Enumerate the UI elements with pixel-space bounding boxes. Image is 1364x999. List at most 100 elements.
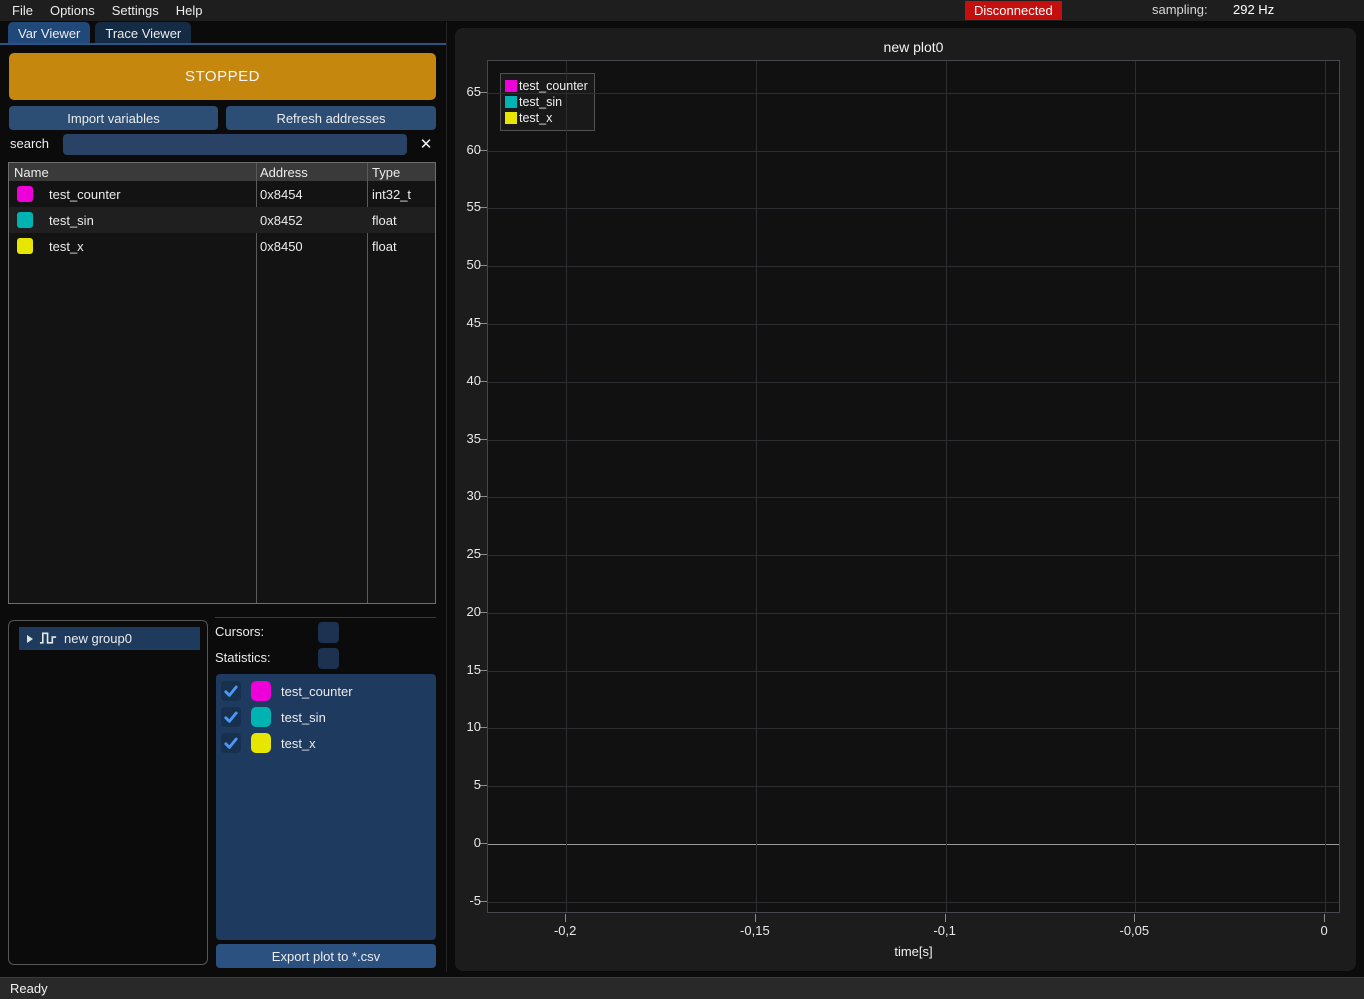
legend-entry[interactable]: test_x (505, 110, 588, 126)
gridline-horizontal (488, 382, 1339, 383)
variable-type-cell: float (372, 233, 397, 259)
x-axis-title: time[s] (487, 944, 1340, 959)
clear-search-icon[interactable]: ✕ (416, 134, 436, 154)
variable-color-swatch (251, 733, 271, 753)
cursors-checkbox[interactable] (318, 622, 339, 643)
plot-variables-panel: test_counter test_sin test_x (216, 674, 436, 940)
variable-type-cell: int32_t (372, 181, 411, 207)
sampling-label: sampling: (1152, 2, 1208, 17)
table-row[interactable]: test_counter 0x8454 int32_t (9, 181, 435, 207)
gridline-vertical (566, 61, 567, 912)
acquisition-state-button[interactable]: STOPPED (9, 53, 436, 100)
variable-color-swatch (17, 186, 33, 202)
gridline-horizontal (488, 151, 1339, 152)
x-tick-mark (1134, 914, 1135, 922)
variable-checkbox[interactable] (221, 681, 241, 701)
x-tick-mark (565, 914, 566, 922)
gridline-vertical (1135, 61, 1136, 912)
variable-address-cell: 0x8452 (260, 207, 303, 233)
plot-variable-row[interactable]: test_sin (216, 704, 436, 730)
variable-name-label: test_x (281, 736, 316, 751)
gridline-horizontal (488, 555, 1339, 556)
column-header-name[interactable]: Name (14, 163, 49, 181)
legend-entry[interactable]: test_counter (505, 78, 588, 94)
x-tick-label: -0,2 (535, 923, 595, 938)
plot-variable-row[interactable]: test_counter (216, 678, 436, 704)
import-variables-button[interactable]: Import variables (9, 106, 218, 130)
gridline-horizontal (488, 786, 1339, 787)
gridline-horizontal (488, 93, 1339, 94)
y-tick-label: 65 (455, 84, 481, 99)
menu-help[interactable]: Help (176, 3, 203, 18)
legend-entry[interactable]: test_sin (505, 94, 588, 110)
groups-panel: new group0 (8, 620, 208, 965)
connection-status-badge: Disconnected (965, 1, 1062, 20)
gridline-vertical (946, 61, 947, 912)
menu-file[interactable]: File (12, 3, 33, 18)
y-tick-label: 25 (455, 546, 481, 561)
variable-checkbox[interactable] (221, 733, 241, 753)
menu-settings[interactable]: Settings (112, 3, 159, 18)
y-tick-label: 30 (455, 488, 481, 503)
y-tick-label: 40 (455, 373, 481, 388)
table-row[interactable]: test_sin0x8452float (9, 207, 435, 233)
variables-table: Name Address Type test_counter 0x8454 int3… (8, 162, 436, 604)
y-tick-label: 60 (455, 142, 481, 157)
variable-name-cell[interactable]: test_counter (49, 181, 121, 207)
search-input[interactable] (63, 134, 407, 155)
variable-address-cell: 0x8454 (260, 181, 303, 207)
legend-series-label: test_x (519, 111, 552, 125)
table-row[interactable]: test_x 0x8450 float (9, 233, 435, 259)
plot-panel: new plot0 test_counter test_sin test_x tim… (455, 28, 1356, 971)
menu-options[interactable]: Options (50, 3, 95, 18)
variable-color-swatch (251, 707, 271, 727)
legend-series-label: test_sin (519, 95, 562, 109)
plot-legend: test_counter test_sin test_x (500, 73, 595, 131)
x-tick-label: -0,1 (915, 923, 975, 938)
cursors-label: Cursors: (215, 624, 264, 639)
y-tick-label: 35 (455, 431, 481, 446)
y-tick-label: 15 (455, 662, 481, 677)
gridline-horizontal (488, 728, 1339, 729)
tab-underline (0, 43, 447, 45)
sampling-value: 292 Hz (1233, 2, 1274, 17)
x-tick-mark (945, 914, 946, 922)
waveform-icon (39, 631, 58, 646)
y-tick-label: 20 (455, 604, 481, 619)
table-header: Name Address Type (9, 163, 435, 181)
y-tick-label: 5 (455, 777, 481, 792)
variable-name-label: test_sin (281, 710, 326, 725)
y-tick-label: 45 (455, 315, 481, 330)
plot-variable-row[interactable]: test_x (216, 730, 436, 756)
gridline-horizontal (488, 497, 1339, 498)
gridline-vertical (1325, 61, 1326, 912)
variable-checkbox[interactable] (221, 707, 241, 727)
legend-color-swatch (505, 112, 517, 124)
status-bar: Ready (0, 977, 1364, 999)
tab-var-viewer[interactable]: Var Viewer (8, 22, 90, 43)
group-label: new group0 (64, 631, 132, 646)
variable-name-cell[interactable]: test_x (49, 233, 84, 259)
statistics-checkbox[interactable] (318, 648, 339, 669)
gridline-horizontal (488, 844, 1339, 845)
legend-series-label: test_counter (519, 79, 588, 93)
gridline-horizontal (488, 266, 1339, 267)
variable-color-swatch (17, 238, 33, 254)
column-header-address[interactable]: Address (260, 163, 308, 181)
plot-title: new plot0 (487, 39, 1340, 55)
variable-name-cell[interactable]: test_sin (49, 207, 94, 233)
export-csv-button[interactable]: Export plot to *.csv (216, 944, 436, 968)
controls-separator (215, 617, 436, 618)
gridline-horizontal (488, 902, 1339, 903)
gridline-horizontal (488, 613, 1339, 614)
tab-trace-viewer[interactable]: Trace Viewer (95, 22, 191, 43)
y-tick-label: 10 (455, 719, 481, 734)
x-tick-mark (755, 914, 756, 922)
group-item[interactable]: new group0 (19, 627, 200, 650)
collapsed-arrow-icon[interactable] (27, 635, 33, 643)
refresh-addresses-button[interactable]: Refresh addresses (226, 106, 436, 130)
variable-address-cell: 0x8450 (260, 233, 303, 259)
plot-area[interactable]: test_counter test_sin test_x (487, 60, 1340, 913)
gridline-horizontal (488, 208, 1339, 209)
column-header-type[interactable]: Type (372, 163, 400, 181)
